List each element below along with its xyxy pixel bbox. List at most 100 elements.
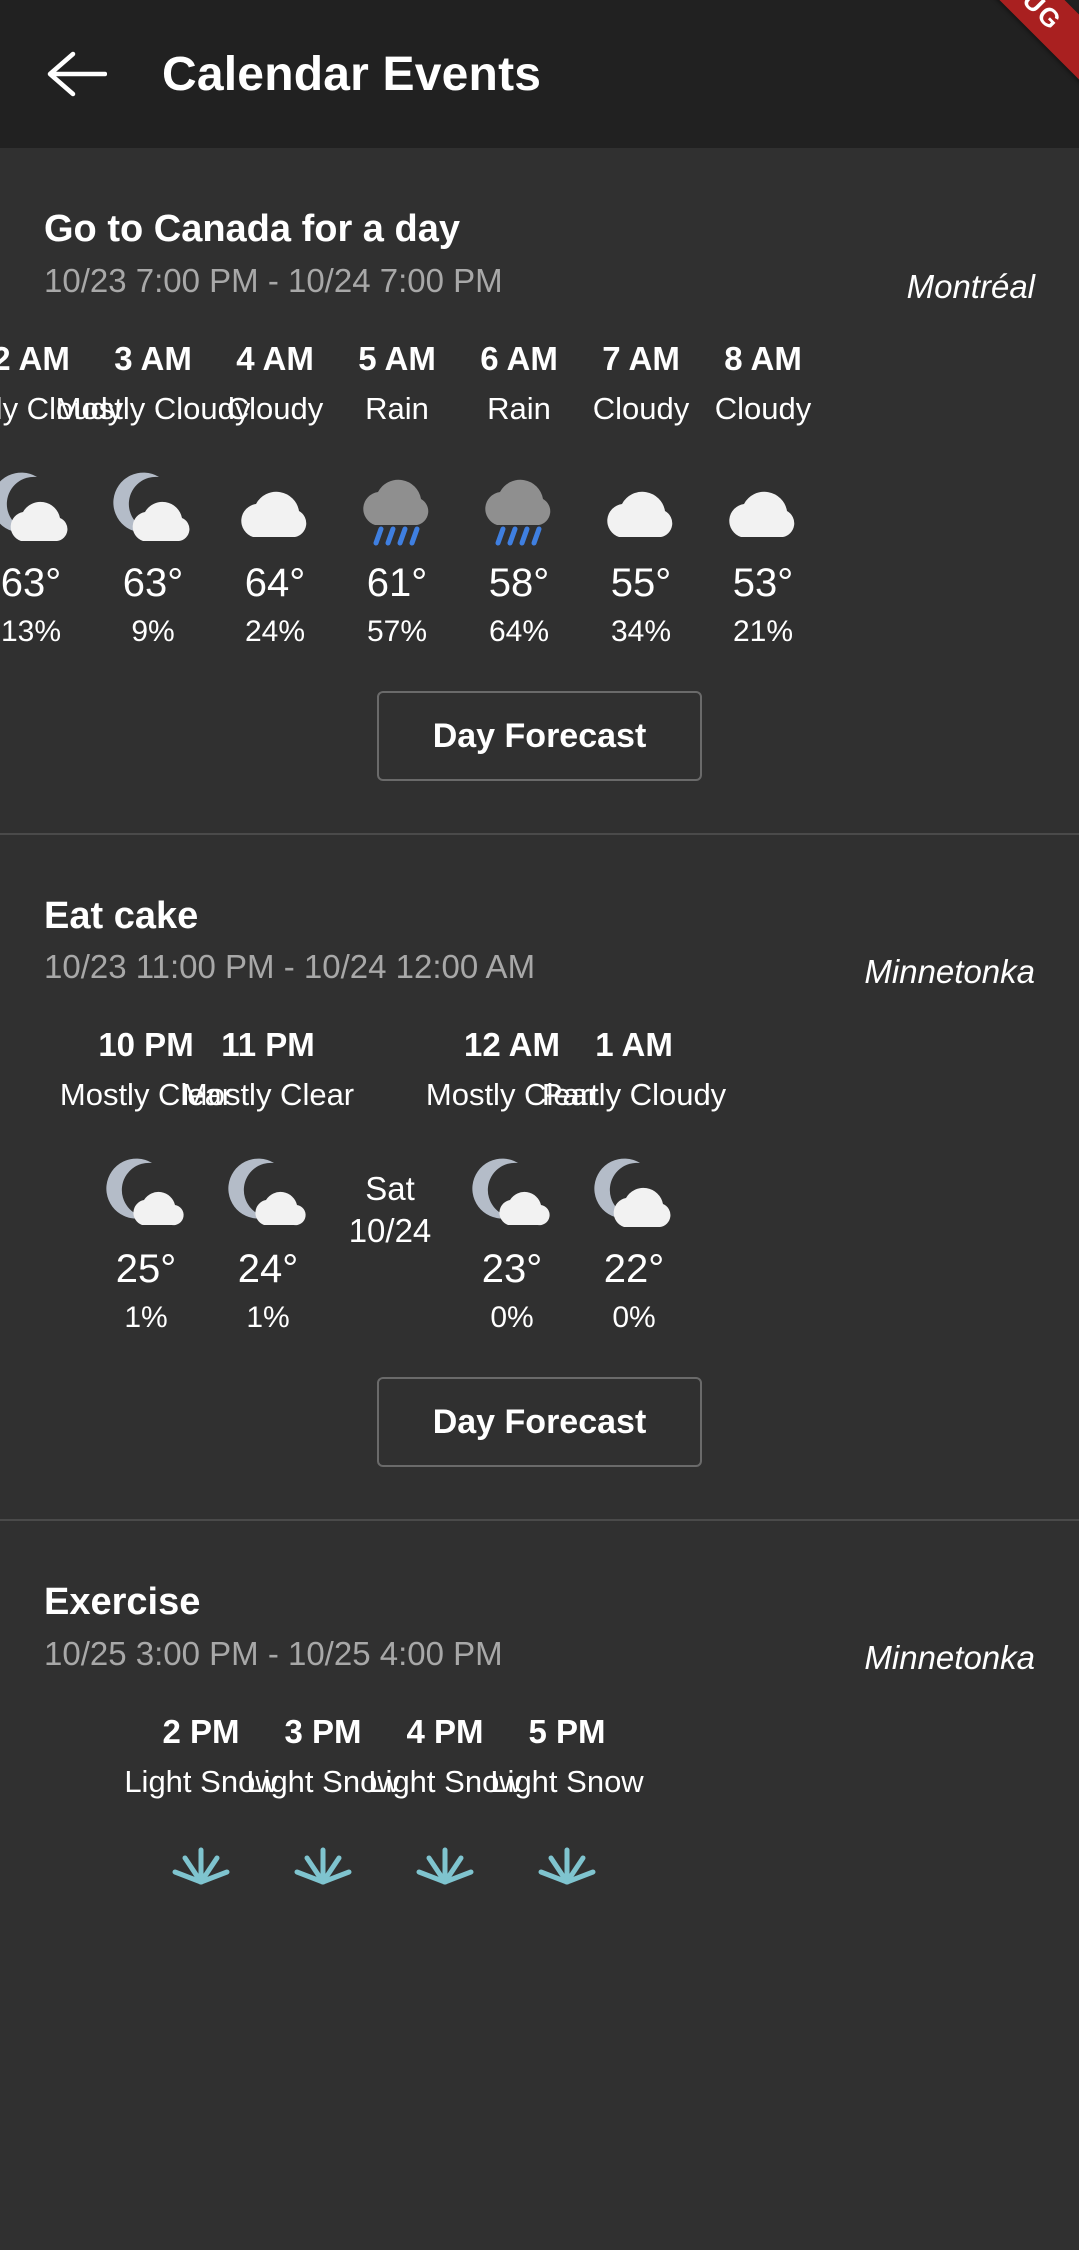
day-forecast-button[interactable]: Day Forecast [376, 690, 703, 781]
hour-column[interactable]: 2 PM Light Snow [124, 1712, 278, 1920]
hourly-forecast-strip[interactable]: 2 AM Partly Cloudy 63° 13% 3 AM Mostly C… [0, 300, 1079, 647]
day-divider-date: 10/24 [348, 1211, 432, 1249]
hour-column[interactable]: 3 PM Light Snow [246, 1712, 400, 1920]
hour-temperature: 61° [366, 560, 428, 605]
cloud-icon [717, 469, 809, 547]
hour-label: 2 AM [0, 339, 70, 377]
snow-icon [521, 1842, 613, 1920]
event-card[interactable]: Go to Canada for a day 10/23 7:00 PM - 1… [0, 148, 1079, 833]
hour-column[interactable]: 5 AM Rain 61° 57% [336, 342, 458, 647]
cloud-icon [595, 469, 687, 547]
hour-column[interactable]: 1 AM Partly Cloudy 22° 0% [542, 1026, 726, 1334]
event-location: Minnetonka [864, 952, 1035, 990]
hour-precipitation: 0% [490, 1301, 534, 1334]
event-location: Montréal [906, 268, 1035, 305]
hour-label: 4 PM [406, 1712, 484, 1750]
event-card[interactable]: Eat cake 10/23 11:00 PM - 10/24 12:00 AM… [0, 832, 1079, 1520]
back-button[interactable] [40, 37, 114, 111]
page-title: Calendar Events [162, 47, 542, 101]
hour-label: 1 AM [595, 1026, 673, 1064]
hour-precipitation: 9% [131, 614, 175, 647]
event-title: Go to Canada for a day [44, 208, 460, 250]
hour-condition: Partly Cloudy [541, 1077, 727, 1113]
moon-cloud-icon [466, 1155, 558, 1233]
hourly-forecast-strip[interactable]: 2 PM Light Snow 3 PM Light Snow 4 PM Lig… [0, 1673, 1079, 1920]
hour-column[interactable]: 4 PM Light Snow [368, 1712, 522, 1920]
hour-precipitation: 24% [244, 614, 306, 647]
hour-label: 7 AM [602, 339, 680, 377]
hour-temperature: 63° [122, 560, 184, 605]
event-header: Eat cake 10/23 11:00 PM - 10/24 12:00 AM… [0, 835, 1079, 990]
event-title: Exercise [44, 1581, 201, 1624]
hour-temperature: 64° [244, 560, 306, 605]
hour-temperature: 63° [0, 560, 62, 605]
rain-cloud-icon [473, 469, 565, 547]
hour-label: 4 AM [236, 339, 314, 377]
hour-condition: Rain [365, 390, 429, 426]
app-bar: Calendar Events DEBUG [0, 0, 1079, 148]
hour-precipitation: 0% [612, 1301, 656, 1334]
hour-column[interactable]: 5 PM Light Snow [490, 1712, 644, 1920]
hour-label: 11 PM [221, 1026, 315, 1064]
event-title: Eat cake [44, 894, 199, 937]
rain-cloud-icon [351, 469, 443, 547]
hour-precipitation: 57% [366, 614, 428, 647]
hour-label: 10 PM [98, 1026, 194, 1064]
hour-temperature: 25° [115, 1247, 177, 1292]
hour-column[interactable]: 7 AM Cloudy 55° 34% [580, 342, 702, 647]
hour-label: 5 PM [528, 1712, 606, 1750]
hour-temperature: 53° [732, 560, 794, 605]
hour-precipitation: 1% [124, 1301, 168, 1334]
hour-column[interactable]: 12 AM Mostly Clear 23° 0% [426, 1026, 598, 1334]
hour-label: 5 AM [358, 339, 436, 377]
hour-temperature: 24° [237, 1247, 299, 1292]
day-divider-weekday: Sat [365, 1170, 415, 1208]
hour-label: 8 AM [724, 339, 802, 377]
snow-icon [155, 1842, 247, 1920]
hour-condition: Light Snow [490, 1763, 644, 1799]
moon-cloud-icon [588, 1155, 680, 1233]
hour-condition: Cloudy [226, 390, 324, 426]
hour-temperature: 58° [488, 560, 550, 605]
day-forecast-row: Day Forecast [0, 647, 1079, 833]
hour-condition: Cloudy [714, 390, 812, 426]
day-forecast-row: Day Forecast [0, 1333, 1079, 1519]
hour-label: 3 AM [114, 339, 192, 377]
hour-label: 6 AM [480, 339, 558, 377]
hour-condition: Cloudy [592, 390, 690, 426]
hour-column[interactable]: 4 AM Cloudy 64° 24% [214, 342, 336, 647]
hour-column[interactable]: 11 PM Mostly Clear 24° 1% [182, 1026, 354, 1334]
hourly-forecast-strip[interactable]: 10 PM Mostly Clear 25° 1% 11 PM Mostly C… [0, 986, 1079, 1333]
hour-column[interactable]: 6 AM Rain 58° 64% [458, 342, 580, 647]
moon-cloud-icon [107, 469, 199, 547]
moon-cloud-icon [0, 469, 77, 547]
arrow-left-icon [47, 51, 107, 97]
hour-label: 3 PM [284, 1712, 362, 1750]
moon-cloud-icon [222, 1155, 314, 1233]
hour-label: 2 PM [162, 1712, 240, 1750]
hour-condition: Rain [487, 390, 551, 426]
day-forecast-button[interactable]: Day Forecast [376, 1377, 703, 1468]
moon-cloud-icon [100, 1155, 192, 1233]
hour-temperature: 55° [610, 560, 672, 605]
debug-ribbon: DEBUG [898, 0, 1079, 112]
event-time-range: 10/23 7:00 PM - 10/24 7:00 PM [44, 261, 503, 299]
hour-column[interactable]: 3 AM Mostly Cloudy 63° 9% [56, 339, 251, 647]
hour-column[interactable]: 10 PM Mostly Clear 25° 1% [60, 1026, 232, 1334]
cloud-icon [229, 469, 321, 547]
snow-icon [277, 1842, 369, 1920]
event-header: Exercise 10/25 3:00 PM - 10/25 4:00 PM M… [0, 1521, 1079, 1676]
hour-precipitation: 64% [488, 614, 550, 647]
hour-temperature: 23° [481, 1247, 543, 1292]
hour-temperature: 22° [603, 1247, 665, 1292]
hour-precipitation: 13% [0, 614, 62, 647]
hour-precipitation: 21% [732, 614, 794, 647]
event-location: Minnetonka [864, 1639, 1035, 1677]
hour-column[interactable]: 2 AM Partly Cloudy 63° 13% [0, 339, 123, 647]
event-header: Go to Canada for a day 10/23 7:00 PM - 1… [0, 148, 1079, 305]
event-card[interactable]: Exercise 10/25 3:00 PM - 10/25 4:00 PM M… [0, 1519, 1079, 1920]
hour-precipitation: 1% [246, 1301, 290, 1334]
hour-label: 12 AM [464, 1026, 560, 1064]
calendar-events-screen: Calendar Events DEBUG Go to Canada for a… [0, 0, 1079, 2250]
hour-column[interactable]: 8 AM Cloudy 53° 21% [702, 342, 824, 647]
